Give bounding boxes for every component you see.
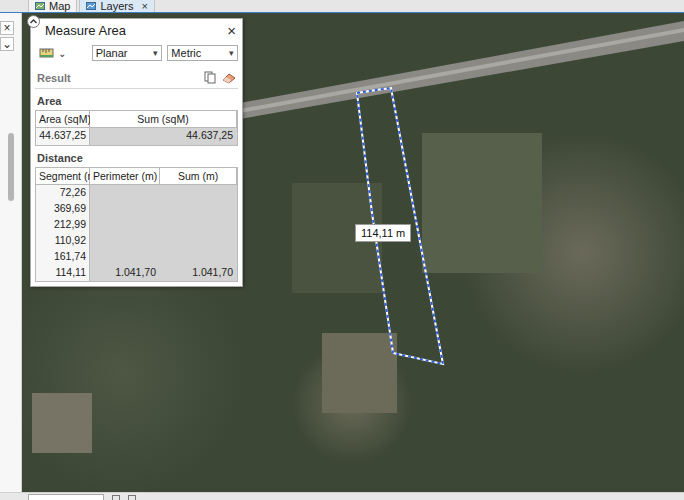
column-header[interactable]: Perimeter (m) xyxy=(90,168,160,185)
distance-table: Segment (m)Perimeter (m)Sum (m) 72,26369,… xyxy=(35,167,238,282)
tab-label: Map xyxy=(49,0,70,13)
tab[interactable]: Layers × xyxy=(79,0,154,12)
status-icon[interactable] xyxy=(128,495,136,500)
distance-heading: Distance xyxy=(35,146,238,167)
column-header[interactable]: Area (sqM) xyxy=(36,111,90,128)
scale-field[interactable] xyxy=(28,494,104,500)
unit-select[interactable]: Planar ▾ xyxy=(92,45,163,61)
app-window: MapLayers××⌄114,11 mMeasure Area×⌄Planar… xyxy=(0,0,684,500)
status-icon[interactable] xyxy=(112,495,120,500)
unit-select[interactable]: Metric ▾ xyxy=(167,45,238,61)
table-cell xyxy=(90,249,160,265)
table-cell: 212,99 xyxy=(36,217,90,233)
table-cell xyxy=(90,233,160,249)
measure-mode-button[interactable]: ⌄ xyxy=(39,46,87,60)
result-label: Result xyxy=(37,72,71,84)
measure-toolbar: ⌄ Planar ▾ Metric ▾ xyxy=(35,41,238,65)
panel-header: Measure Area × xyxy=(35,19,238,41)
measure-tool-icon xyxy=(39,46,55,60)
eraser-icon[interactable] xyxy=(222,72,236,84)
scrollbar-thumb[interactable] xyxy=(8,133,14,201)
table-cell xyxy=(90,201,160,217)
table-cell xyxy=(90,185,160,201)
table-cell: 72,26 xyxy=(36,185,90,201)
table-cell xyxy=(160,217,237,233)
table-cell xyxy=(90,217,160,233)
tab[interactable]: Map xyxy=(28,0,77,12)
tab-close-button[interactable]: × xyxy=(141,0,147,13)
table-cell xyxy=(160,185,237,201)
column-header[interactable]: Segment (m) xyxy=(36,168,90,185)
select-arrow: ▾ xyxy=(153,48,158,58)
table-cell: 44.637,25 xyxy=(36,128,90,145)
select-arrow: ▾ xyxy=(229,48,234,58)
select-value: Metric xyxy=(171,47,201,59)
table-cell: 1.041,70 xyxy=(90,265,160,281)
measure-area-panel: Measure Area × ⌄ Planar ▾ Metric ▾ Result AreaAr… xyxy=(30,18,243,287)
column-header[interactable]: Sum (sqM) xyxy=(90,111,237,128)
status-bar xyxy=(0,492,684,500)
table-cell: 44.637,25 xyxy=(90,128,237,145)
map-view[interactable]: 114,11 m Measure Area × ⌄ Planar ▾ Metric ▾ Resu… xyxy=(22,13,684,492)
select-value: Planar xyxy=(96,47,128,59)
table-cell xyxy=(160,249,237,265)
result-row: Result xyxy=(35,65,238,89)
pane-dropdown-button[interactable]: ⌄ xyxy=(0,37,14,51)
main-area: ×⌄114,11 mMeasure Area×⌄Planar▾Metric▾Re… xyxy=(0,13,684,492)
tab-label: Layers xyxy=(100,0,133,13)
map-icon xyxy=(35,1,45,11)
left-pane: ×⌄ xyxy=(0,13,22,492)
table-cell: 1.041,70 xyxy=(160,265,237,281)
tab-bar: Map Layers × xyxy=(0,0,684,13)
collapse-icon[interactable] xyxy=(27,15,40,28)
area-table: Area (sqM)Sum (sqM)44.637,2544.637,25 xyxy=(35,110,238,146)
dropdown-chevron: ⌄ xyxy=(58,48,66,59)
column-header[interactable]: Sum (m) xyxy=(160,168,237,185)
panel-title: Measure Area xyxy=(45,23,126,38)
pane-close-button[interactable]: × xyxy=(0,21,14,35)
table-cell: 161,74 xyxy=(36,249,90,265)
table-cell: 369,69 xyxy=(36,201,90,217)
layers-icon xyxy=(86,1,96,11)
area-heading: Area xyxy=(35,89,238,110)
copy-icon[interactable] xyxy=(204,71,216,84)
table-cell: 110,92 xyxy=(36,233,90,249)
result-actions xyxy=(204,71,236,84)
table-cell: 114,11 xyxy=(36,265,90,281)
segment-length-label: 114,11 m xyxy=(355,224,411,242)
table-cell xyxy=(160,233,237,249)
panel-close-button[interactable]: × xyxy=(227,22,238,39)
table-cell xyxy=(160,201,237,217)
